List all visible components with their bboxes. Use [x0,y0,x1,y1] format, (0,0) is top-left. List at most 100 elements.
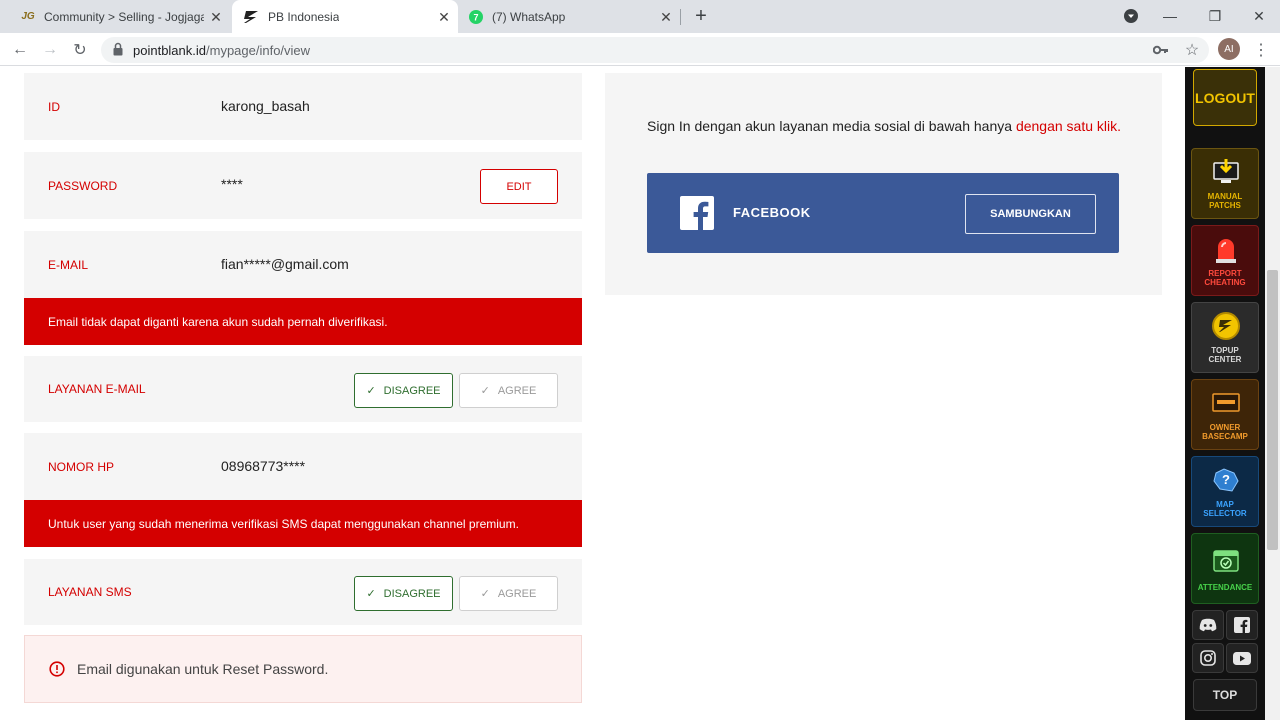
page-scrollbar[interactable] [1265,67,1280,720]
download-monitor-icon [1212,158,1240,186]
menu-line1: OWNER [1209,423,1241,432]
logout-button[interactable]: LOGOUT [1193,69,1257,126]
tab-whatsapp[interactable]: 7 (7) WhatsApp ✕ [458,0,680,33]
basecamp-card-icon [1212,389,1240,417]
address-bar[interactable]: pointblank.id/mypage/info/view [101,37,1209,63]
instagram-icon[interactable] [1192,643,1224,673]
restore-icon[interactable]: ❐ [1204,5,1226,27]
map-selector-button[interactable]: ? MAP SELECTOR [1191,456,1259,527]
check-icon: ✓ [366,588,376,600]
check-icon: ✓ [480,588,490,600]
back-to-top-button[interactable]: TOP [1193,679,1257,711]
forward-icon[interactable]: → [39,39,61,61]
close-icon[interactable]: ✕ [208,9,224,25]
agree-label: AGREE [497,384,537,397]
facebook-label: FACEBOOK [733,205,811,220]
svg-text:?: ? [1222,472,1230,487]
check-icon: ✓ [480,385,490,397]
email-service-label: LAYANAN E-MAIL [48,382,146,396]
menu-line1: MANUAL [1207,192,1243,201]
email-label: E-MAIL [48,258,89,272]
reset-note-text: Email digunakan untuk Reset Password. [77,661,329,677]
menu-line1: REPORT [1208,269,1242,278]
side-menu: LOGOUT MANUAL PATCHS REPORT CHEATING TOPUP… [1185,67,1265,720]
coin-icon [1212,312,1240,340]
facebook-connect-box: FACEBOOK SAMBUNGKAN [647,173,1119,253]
report-cheating-button[interactable]: REPORT CHEATING [1191,225,1259,296]
menu-line2: PATCHS [1209,201,1241,210]
phone-row: NOMOR HP 08968773**** [24,433,582,500]
email-row: E-MAIL fian*****@gmail.com [24,231,582,298]
menu-dots-icon[interactable]: ⋮ [1250,39,1272,61]
browser-toolbar: ← → ↻ pointblank.id/mypage/info/view ☆ ⋮ [0,33,1280,66]
new-tab-button[interactable]: + [691,6,711,26]
tab-title: Community > Selling - Jogjagam [44,9,204,24]
social-login-panel: Sign In dengan akun layanan media sosial… [605,73,1162,295]
email-value: fian*****@gmail.com [221,256,349,272]
map-question-icon: ? [1212,466,1240,494]
tab-separator [680,9,681,25]
disagree-label: DISAGREE [383,384,441,397]
close-icon[interactable]: ✕ [436,9,452,25]
email-service-row: LAYANAN E-MAIL ✓ DISAGREE ✓ AGREE [24,356,582,422]
pb-logo-icon [244,9,260,25]
social-intro-text: Sign In dengan akun layanan media sosial… [647,118,1016,134]
lock-icon [113,42,123,56]
siren-icon [1212,235,1240,263]
url-path: /mypage/info/view [206,42,311,58]
id-label: ID [48,100,60,114]
phone-value: 08968773**** [221,458,306,474]
minimize-icon[interactable]: — [1159,5,1181,27]
email-agree-button[interactable]: ✓ AGREE [459,373,558,408]
sms-service-label: LAYANAN SMS [48,585,132,599]
connect-facebook-button[interactable]: SAMBUNGKAN [965,194,1096,234]
password-label: PASSWORD [48,179,118,193]
sms-agree-button[interactable]: ✓ AGREE [459,576,558,611]
menu-line1: MAP [1216,500,1234,509]
attendance-button[interactable]: ATTENDANCE [1191,533,1259,604]
social-intro: Sign In dengan akun layanan media sosial… [647,118,1121,134]
check-icon: ✓ [366,385,376,397]
alert-circle-icon [49,661,65,677]
tab-title: (7) WhatsApp [492,9,566,24]
profile-avatar[interactable]: AI [1218,38,1240,60]
email-alert: Email tidak dapat diganti karena akun su… [24,298,582,345]
tab-pb-indonesia[interactable]: PB Indonesia ✕ [232,0,458,33]
key-icon[interactable] [1150,39,1172,61]
close-icon[interactable]: ✕ [658,9,674,25]
facebook-small-icon[interactable] [1226,610,1258,640]
id-value: karong_basah [221,98,310,114]
discord-icon[interactable] [1192,610,1224,640]
reset-password-note: Email digunakan untuk Reset Password. [24,635,582,703]
disagree-label: DISAGREE [383,587,441,600]
facebook-icon [680,196,714,230]
email-disagree-button[interactable]: ✓ DISAGREE [354,373,453,408]
social-intro-highlight: dengan satu klik. [1015,118,1122,134]
page-content: ID karong_basah PASSWORD **** EDIT E-MAI… [0,67,1265,720]
menu-line2: SELECTOR [1203,509,1247,518]
svg-text:7: 7 [473,12,478,22]
menu-line2: BASECAMP [1202,432,1248,441]
scrollbar-thumb[interactable] [1267,270,1278,550]
menu-line1: ATTENDANCE [1197,583,1253,592]
topup-center-button[interactable]: TOPUP CENTER [1191,302,1259,373]
owner-basecamp-button[interactable]: OWNER BASECAMP [1191,379,1259,450]
edit-password-button[interactable]: EDIT [480,169,558,204]
tab-search-icon[interactable] [1120,5,1142,27]
sms-disagree-button[interactable]: ✓ DISAGREE [354,576,453,611]
tab-jogjagamers[interactable]: JG Community > Selling - Jogjagam ✕ [8,0,230,33]
bookmark-star-icon[interactable]: ☆ [1181,39,1203,61]
url-host: pointblank.id [133,42,206,58]
jg-icon: JG [21,11,35,22]
close-window-icon[interactable]: ✕ [1248,5,1270,27]
reload-icon[interactable]: ↻ [69,39,91,61]
youtube-icon[interactable] [1226,643,1258,673]
sms-service-row: LAYANAN SMS ✓ DISAGREE ✓ AGREE [24,559,582,625]
back-icon[interactable]: ← [9,39,31,61]
sms-alert: Untuk user yang sudah menerima verifikas… [24,500,582,547]
password-row: PASSWORD **** EDIT [24,152,582,219]
agree-label: AGREE [497,587,537,600]
menu-line2: CENTER [1208,355,1242,364]
phone-label: NOMOR HP [48,460,114,474]
manual-patchs-button[interactable]: MANUAL PATCHS [1191,148,1259,219]
